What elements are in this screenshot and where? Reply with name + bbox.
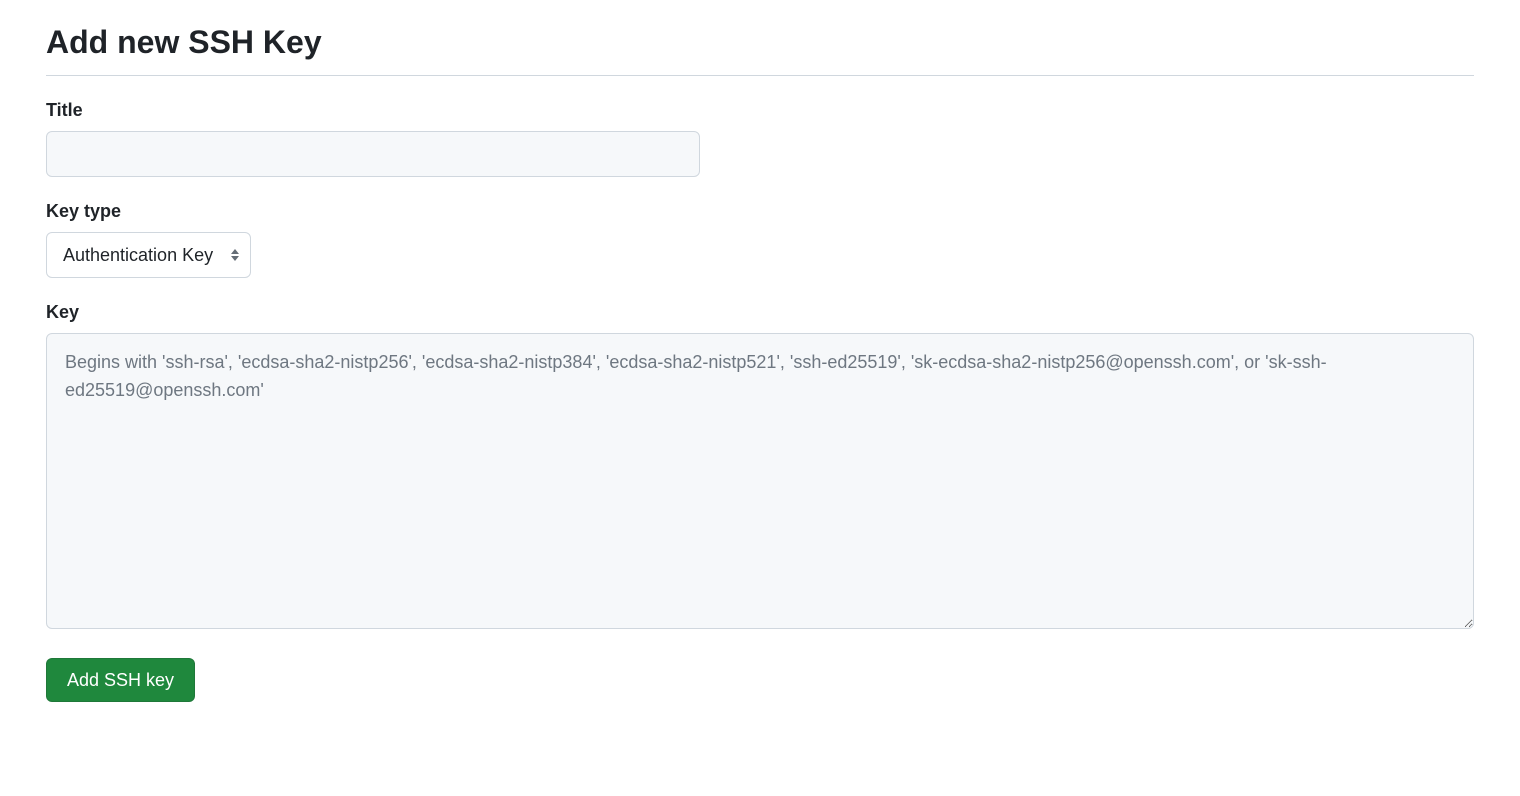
key-type-select[interactable]: Authentication Key: [46, 232, 251, 278]
key-type-select-wrapper: Authentication Key: [46, 232, 251, 278]
page-title: Add new SSH Key: [46, 24, 1474, 76]
title-input[interactable]: [46, 131, 700, 177]
title-label: Title: [46, 100, 1474, 121]
add-ssh-key-button[interactable]: Add SSH key: [46, 658, 195, 702]
key-label: Key: [46, 302, 1474, 323]
key-type-group: Key type Authentication Key: [46, 201, 1474, 278]
add-ssh-key-form: Title Key type Authentication Key Key Ad…: [46, 100, 1474, 702]
key-type-label: Key type: [46, 201, 1474, 222]
key-textarea[interactable]: [46, 333, 1474, 629]
title-group: Title: [46, 100, 1474, 177]
key-group: Key: [46, 302, 1474, 634]
